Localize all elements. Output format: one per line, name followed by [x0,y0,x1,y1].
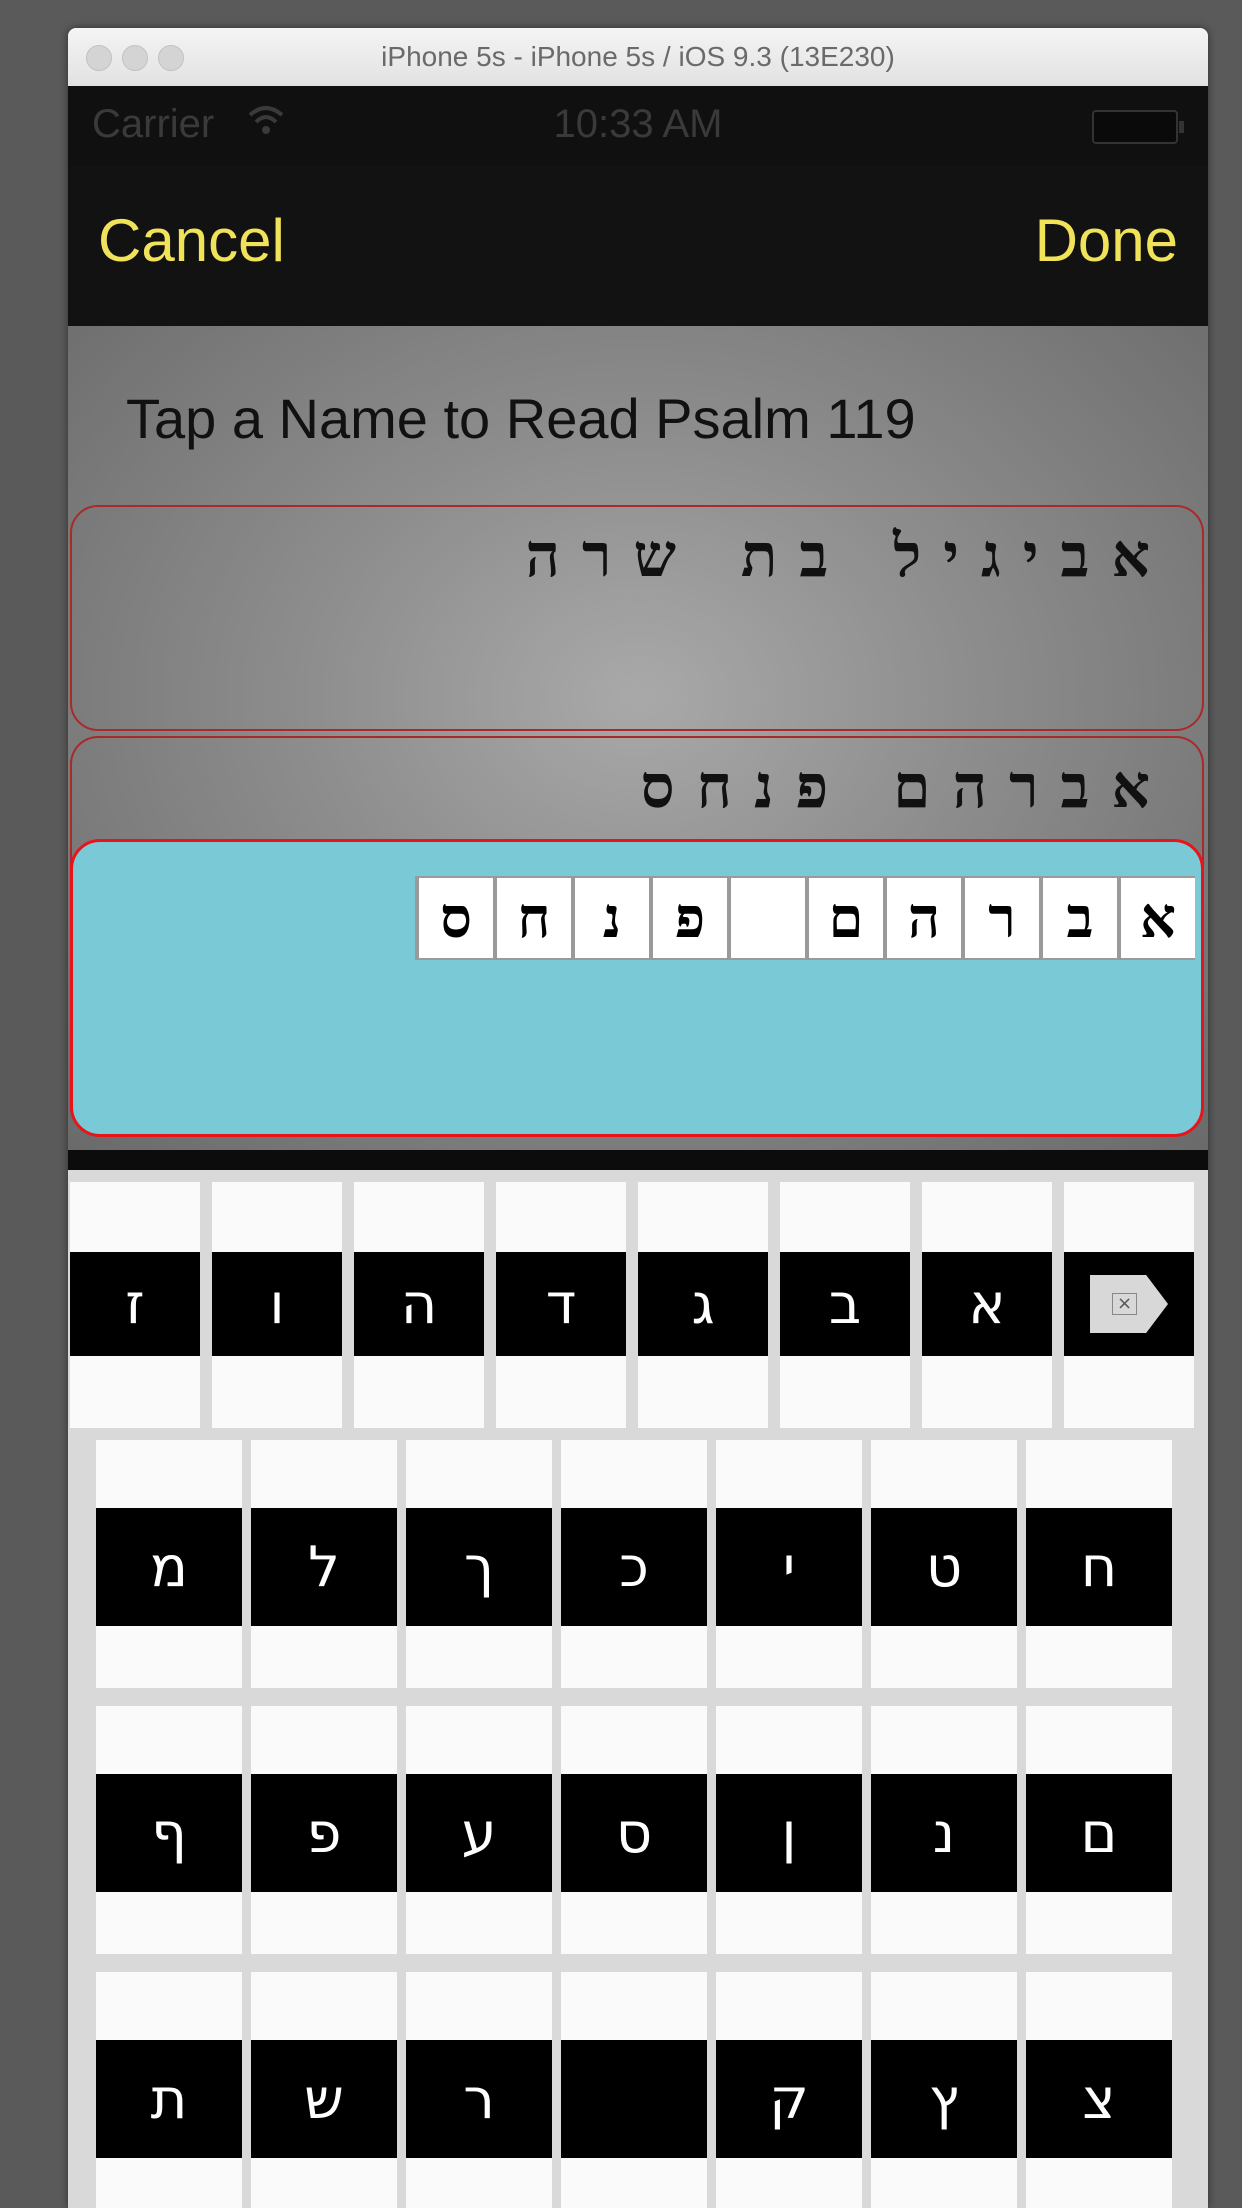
key-label: ס [561,1774,707,1892]
selected-name-editor[interactable]: אברהם פנחס [70,839,1204,1137]
window-title: iPhone 5s - iPhone 5s / iOS 9.3 (13E230) [381,41,895,72]
key-label: ו [212,1252,342,1356]
letter-key[interactable]: ז [70,1182,200,1428]
letter-key[interactable]: ד [496,1182,626,1428]
window-titlebar[interactable]: iPhone 5s - iPhone 5s / iOS 9.3 (13E230) [68,28,1208,87]
key-label: א [922,1252,1052,1356]
letter-tile: ס [415,878,493,958]
key-label: ן [716,1774,862,1892]
backspace-key[interactable]: × [1064,1182,1194,1428]
letter-key[interactable]: י [716,1440,862,1688]
navigation-bar: Cancel Done [68,166,1208,326]
key-label: ר [406,2040,552,2158]
name-list-area: Tap a Name to Read Psalm 119 אביגיל בת ש… [68,326,1208,1150]
key-label: ה [354,1252,484,1356]
key-label: ך [406,1508,552,1626]
letter-key[interactable]: נ [871,1706,1017,1954]
hebrew-keyboard: × א ב ג ד ה ו ז חטיכךלמ םנןסעפף צץק רשת [68,1170,1208,2208]
letter-tile: ר [961,878,1039,958]
key-label: ע [406,1774,552,1892]
key-label: ם [1026,1774,1172,1892]
letter-tile: פ [649,878,727,958]
battery-icon [1092,110,1184,144]
letter-tile: נ [571,878,649,958]
letter-tile: ם [805,878,883,958]
letter-key[interactable]: ל [251,1440,397,1688]
letter-key[interactable]: ן [716,1706,862,1954]
letter-tiles: אברהם פנחס [415,876,1195,960]
letter-key[interactable]: א [922,1182,1052,1428]
key-label: ף [96,1774,242,1892]
key-label: ז [70,1252,200,1356]
key-label: ט [871,1508,1017,1626]
keyboard-row-3: םנןסעפף [96,1706,1172,1954]
key-label: ב [780,1252,910,1356]
key-label: מ [96,1508,242,1626]
key-label: צ [1026,2040,1172,2158]
letter-key[interactable]: ש [251,1972,397,2208]
key-label: ש [251,2040,397,2158]
backspace-icon: × [1064,1252,1194,1356]
letter-key[interactable]: ג [638,1182,768,1428]
key-label: ץ [871,2040,1017,2158]
status-time: 10:33 AM [553,102,723,146]
keyboard-row-4: צץק רשת [96,1972,1172,2208]
key-label: פ [251,1774,397,1892]
name-item-label: אביגיל בת שרה [525,521,1172,591]
letter-key[interactable]: ת [96,1972,242,2208]
status-bar: Carrier 10:33 AM [68,86,1208,166]
letter-key[interactable]: כ [561,1440,707,1688]
name-item-label: אברהם פנחס [640,752,1172,822]
letter-tile: ח [493,878,571,958]
letter-key[interactable]: ף [96,1706,242,1954]
letter-key[interactable]: ך [406,1440,552,1688]
keyboard-row-1: × א ב ג ד ה ו ז [70,1182,1194,1428]
key-label: ד [496,1252,626,1356]
letter-key[interactable]: ב [780,1182,910,1428]
letter-tile: א [1117,878,1195,958]
letter-key[interactable]: ק [716,1972,862,2208]
simulator-window: iPhone 5s - iPhone 5s / iOS 9.3 (13E230)… [68,28,1208,2208]
letter-key[interactable]: ר [406,1972,552,2208]
key-label: ג [638,1252,768,1356]
cancel-button[interactable]: Cancel [98,206,285,275]
key-label: י [716,1508,862,1626]
letter-key[interactable]: צ [1026,1972,1172,2208]
key-label: ק [716,2040,862,2158]
letter-key[interactable]: ח [1026,1440,1172,1688]
letter-tile: ב [1039,878,1117,958]
done-button[interactable]: Done [1035,206,1178,275]
letter-tile [727,878,805,958]
name-item-1[interactable]: אביגיל בת שרה [70,505,1204,731]
letter-key[interactable]: ץ [871,1972,1017,2208]
phone-screen: Carrier 10:33 AM Cancel Done Tap a Name … [68,86,1208,2208]
keyboard-separator [68,1150,1208,1170]
letter-key[interactable]: ו [212,1182,342,1428]
key-label: ל [251,1508,397,1626]
letter-key[interactable]: ע [406,1706,552,1954]
key-label [561,2040,707,2158]
instruction-text: Tap a Name to Read Psalm 119 [126,387,916,450]
key-label: כ [561,1508,707,1626]
space-key[interactable] [561,1972,707,2208]
letter-key[interactable]: ט [871,1440,1017,1688]
letter-key[interactable]: ה [354,1182,484,1428]
letter-key[interactable]: פ [251,1706,397,1954]
letter-key[interactable]: ס [561,1706,707,1954]
key-label: ח [1026,1508,1172,1626]
keyboard-row-2: חטיכךלמ [96,1440,1172,1688]
key-label: ת [96,2040,242,2158]
letter-tile: ה [883,878,961,958]
key-label: נ [871,1774,1017,1892]
letter-key[interactable]: ם [1026,1706,1172,1954]
letter-key[interactable]: מ [96,1440,242,1688]
